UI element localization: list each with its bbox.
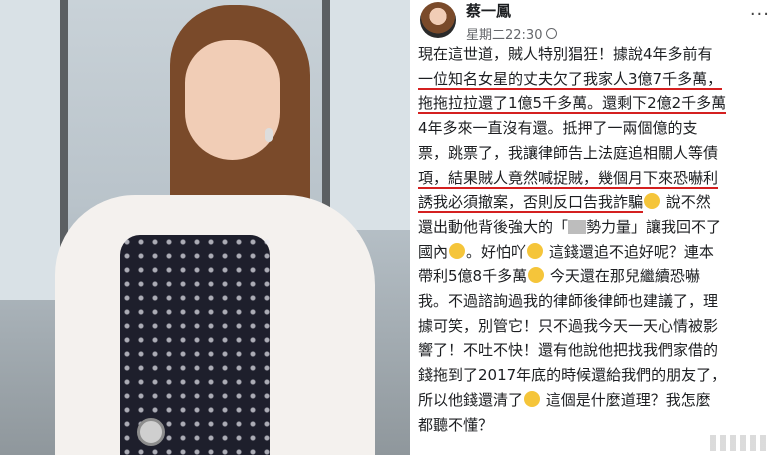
globe-icon xyxy=(546,28,558,39)
post-line: 拖拖拉拉還了1億5千多萬。還剩下2億2千多萬 xyxy=(418,91,774,116)
laughing-emoji-icon xyxy=(527,242,544,259)
window-pane xyxy=(330,0,410,230)
post-line: 我。不過諮詢過我的律師後律師也建議了，理 xyxy=(418,292,719,311)
post-line: 都聽不懂？ xyxy=(418,415,494,434)
post-text: 這錢還追不追好呢？連本 xyxy=(548,242,714,261)
post-line: 錢拖到了2017年底的時候還給我們的朋友了， xyxy=(418,366,727,385)
post-text: 。好怕吖 xyxy=(466,242,527,261)
post-line: 誘我必須撤案，否則反口告我詐騙 說不然 xyxy=(418,190,774,215)
post-line: 帶利5億8千多萬 今天還在那兒繼續恐嚇 xyxy=(418,264,774,289)
redacted-text xyxy=(568,219,587,234)
post-line: 項，結果賊人竟然喊捉賊，幾個月下來恐嚇利 xyxy=(418,166,774,191)
post-line: 一位知名女星的丈夫欠了我家人3億7千多萬， xyxy=(418,67,774,92)
social-post: 蔡一鳳 星期二22:30 ··· 現在這世道，賊人特別猖狂！據說4年多前有 一位… xyxy=(410,0,776,455)
post-line: 響了！不吐不快！還有他說他把找我們家借的 xyxy=(418,341,719,360)
post-line: 現在這世道，賊人特別猖狂！據說4年多前有 xyxy=(418,45,713,63)
post-text: 帶利5億8千多萬 xyxy=(418,267,528,286)
watermark xyxy=(710,435,770,451)
laughing-emoji-icon xyxy=(644,193,661,210)
author-name[interactable]: 蔡一鳳 xyxy=(466,0,511,21)
underlined-text: 誘我必須撤案，否則反口告我詐騙 xyxy=(418,193,644,214)
post-meta: 星期二22:30 xyxy=(466,24,558,43)
laughing-emoji-icon xyxy=(528,267,545,284)
laughing-emoji-icon xyxy=(524,390,541,407)
post-text: 這個是什麼道理？我怎麼 xyxy=(545,390,711,409)
post-text: 國內 xyxy=(418,242,449,261)
post-text: 所以他錢還清了 xyxy=(418,390,524,409)
author-avatar[interactable] xyxy=(420,2,456,38)
underlined-text: 項，結果賊人竟然喊捉賊，幾個月下來恐嚇利 xyxy=(418,168,719,189)
post-text: 勢力量」讓我回不了 xyxy=(586,217,722,236)
face xyxy=(185,40,280,160)
wristwatch xyxy=(137,418,165,446)
window-pane xyxy=(0,0,60,300)
post-line: 4年多來一直沒有還。抵押了一兩個億的支 xyxy=(418,119,698,138)
post-time[interactable]: 星期二22:30 xyxy=(466,24,542,43)
photo-woman xyxy=(0,0,410,455)
post-line: 所以他錢還清了 這個是什麼道理？我怎麼 xyxy=(418,388,774,413)
post-line: 據可笑，別管它！只不過我今天一天心情被影 xyxy=(418,316,719,335)
post-text: 今天還在那兒繼續恐嚇 xyxy=(549,267,700,286)
post-text: 說不然 xyxy=(665,193,711,212)
underlined-text: 一位知名女星的丈夫欠了我家人3億7千多萬， xyxy=(418,69,723,90)
earring xyxy=(265,128,273,142)
post-body: 現在這世道，賊人特別猖狂！據說4年多前有 一位知名女星的丈夫欠了我家人3億7千多… xyxy=(418,42,774,437)
laughing-emoji-icon xyxy=(449,242,466,259)
more-options-icon[interactable]: ··· xyxy=(750,4,770,25)
underlined-text: 拖拖拉拉還了1億5千多萬。還剩下2億2千多萬 xyxy=(418,94,727,115)
post-text: 還出動他背後強大的「 xyxy=(418,217,569,236)
post-line: 還出動他背後強大的「 勢力量」讓我回不了 xyxy=(418,215,774,240)
post-line: 票，跳票了，我讓律師告上法庭追相關人等債 xyxy=(418,143,719,162)
post-line: 國內 。好怕吖 這錢還追不追好呢？連本 xyxy=(418,240,774,265)
